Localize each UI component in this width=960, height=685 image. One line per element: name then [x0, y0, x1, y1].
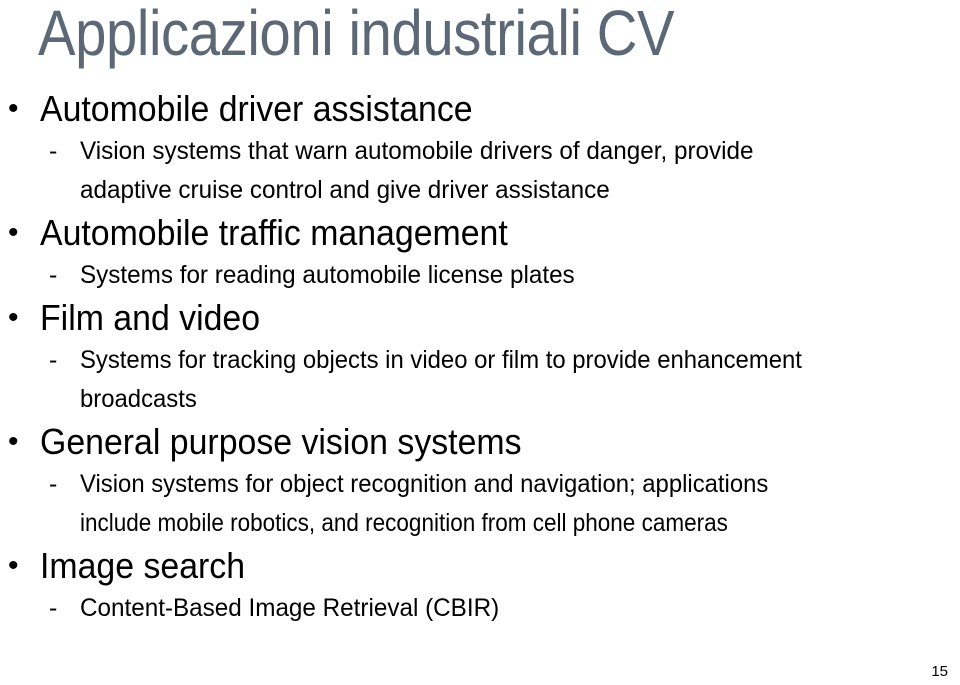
bullet-label: Film and video [40, 297, 261, 338]
sub-bullet-continuation: include mobile robotics, and recognition… [0, 504, 960, 543]
bullet-marker-icon: • [8, 549, 19, 582]
dash-marker-icon: - [49, 137, 58, 165]
sub-bullet-item: - Content-Based Image Retrieval (CBIR) [0, 589, 960, 628]
bullet-label: General purpose vision systems [40, 421, 522, 462]
content-outline: • Automobile driver assistance - Vision … [0, 86, 960, 628]
sub-bullet-line: adaptive cruise control and give driver … [80, 176, 610, 204]
bullet-label: Automobile driver assistance [40, 88, 473, 129]
sub-bullet-line: Systems for tracking objects in video or… [80, 346, 802, 374]
sub-bullet-line: include mobile robotics, and recognition… [80, 509, 728, 537]
sub-bullet-line: Vision systems for object recognition an… [80, 470, 769, 498]
page-title: Applicazioni industriali CV [38, 0, 675, 69]
bullet-item-automobile-driver-assistance: • Automobile driver assistance [0, 86, 960, 132]
dash-marker-icon: - [49, 346, 58, 374]
sub-bullet-item: - Systems for tracking objects in video … [0, 341, 960, 380]
sub-bullet-line: Vision systems that warn automobile driv… [80, 137, 754, 165]
bullet-item-image-search: • Image search [0, 543, 960, 589]
sub-bullet-line: Content-Based Image Retrieval (CBIR) [80, 594, 500, 622]
sub-bullet-continuation: broadcasts [0, 380, 960, 419]
slide-canvas: Applicazioni industriali CV • Automobile… [0, 0, 960, 685]
dash-marker-icon: - [49, 261, 58, 289]
sub-bullet-item: - Systems for reading automobile license… [0, 256, 960, 295]
bullet-label: Image search [40, 545, 246, 586]
bullet-marker-icon: • [8, 425, 19, 458]
bullet-label: Automobile traffic management [40, 212, 508, 253]
sub-bullet-item: - Vision systems that warn automobile dr… [0, 132, 960, 171]
bullet-marker-icon: • [8, 301, 19, 334]
bullet-item-film-and-video: • Film and video [0, 295, 960, 341]
bullet-item-general-purpose-vision-systems: • General purpose vision systems [0, 419, 960, 465]
sub-bullet-line: broadcasts [80, 385, 197, 413]
bullet-marker-icon: • [8, 216, 19, 249]
dash-marker-icon: - [49, 470, 58, 498]
page-number: 15 [931, 663, 948, 680]
sub-bullet-item: - Vision systems for object recognition … [0, 465, 960, 504]
sub-bullet-line: Systems for reading automobile license p… [80, 261, 575, 289]
dash-marker-icon: - [49, 594, 58, 622]
bullet-item-automobile-traffic-management: • Automobile traffic management [0, 210, 960, 256]
bullet-marker-icon: • [8, 92, 19, 125]
sub-bullet-continuation: adaptive cruise control and give driver … [0, 171, 960, 210]
